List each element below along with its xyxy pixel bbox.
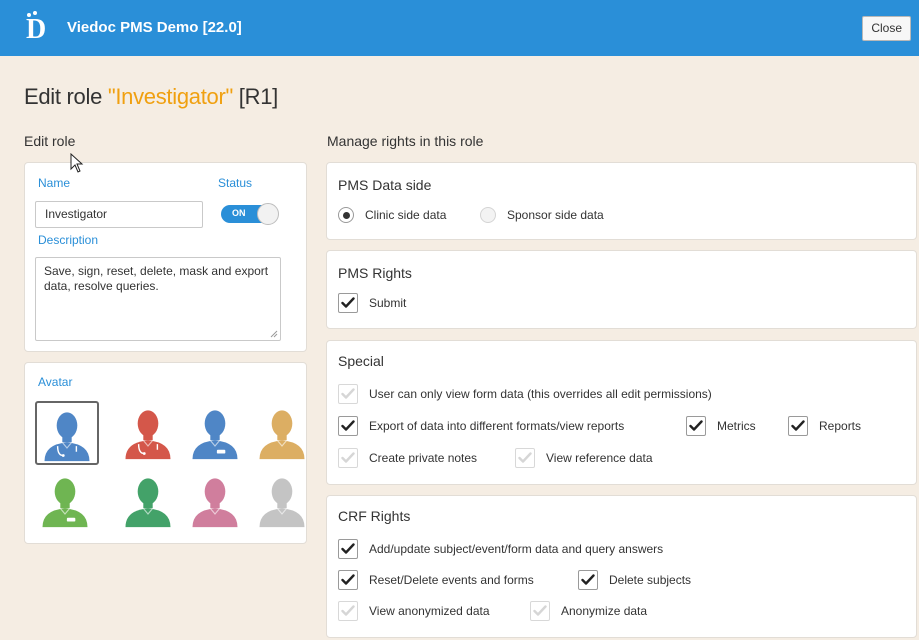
resize-grip-icon[interactable] xyxy=(270,330,278,338)
person-avatar-icon[interactable] xyxy=(185,469,249,533)
doctor-avatar-icon[interactable] xyxy=(35,401,99,465)
checkbox-export-data[interactable]: Export of data into different formats/vi… xyxy=(338,416,624,436)
radio-sponsor-side[interactable]: Sponsor side data xyxy=(480,207,604,223)
mouse-cursor-icon xyxy=(70,153,84,173)
checkbox-checked-icon xyxy=(686,416,706,436)
pms-data-side-card: PMS Data side Clinic side data Sponsor s… xyxy=(326,162,917,240)
checkbox-metrics[interactable]: Metrics xyxy=(686,416,756,436)
checkbox-delete-subjects[interactable]: Delete subjects xyxy=(578,570,691,590)
checkbox-label: View reference data xyxy=(546,451,653,465)
checkbox-label: Submit xyxy=(369,296,407,310)
description-label: Description xyxy=(38,233,99,247)
radio-unselected-icon xyxy=(480,207,496,223)
doctor-avatar-icon[interactable] xyxy=(118,401,182,465)
checkbox-unchecked-icon xyxy=(515,448,535,468)
manage-rights-heading: Manage rights in this role xyxy=(327,133,484,149)
checkbox-checked-icon xyxy=(578,570,598,590)
checkbox-checked-icon xyxy=(338,539,358,559)
status-toggle[interactable]: ON xyxy=(221,203,279,225)
checkbox-submit[interactable]: Submit xyxy=(338,293,406,313)
special-title: Special xyxy=(338,353,384,369)
checkbox-private-notes[interactable]: Create private notes xyxy=(338,448,477,468)
page-title: Edit role "Investigator" [R1] xyxy=(24,84,278,110)
special-card: Special User can only view form data (th… xyxy=(326,340,917,485)
page-title-prefix: Edit role xyxy=(24,84,108,109)
role-details-card: Name Status Investigator ON Description … xyxy=(24,162,307,352)
description-text: Save, sign, reset, delete, mask and expo… xyxy=(44,264,269,293)
checkbox-label: Reset/Delete events and forms xyxy=(369,573,534,587)
pms-rights-title: PMS Rights xyxy=(338,265,412,281)
pms-rights-card: PMS Rights Submit xyxy=(326,250,917,329)
checkbox-unchecked-icon xyxy=(338,384,358,404)
checkbox-label: Anonymize data xyxy=(561,604,648,618)
checkbox-checked-icon xyxy=(338,293,358,313)
checkbox-unchecked-icon xyxy=(338,601,358,621)
avatar-label: Avatar xyxy=(38,375,73,389)
crf-rights-card: CRF Rights Add/update subject/event/form… xyxy=(326,495,917,638)
checkbox-label: Add/update subject/event/form data and q… xyxy=(369,542,664,556)
checkbox-label: Reports xyxy=(819,419,862,433)
app-title: Viedoc PMS Demo [22.0] xyxy=(67,19,242,36)
crf-rights-title: CRF Rights xyxy=(338,508,411,524)
checkbox-label: User can only view form data (this overr… xyxy=(369,387,712,401)
toggle-knob xyxy=(257,203,279,225)
name-label: Name xyxy=(38,176,71,190)
radio-clinic-side[interactable]: Clinic side data xyxy=(338,207,446,223)
checkbox-checked-icon xyxy=(788,416,808,436)
checkbox-checked-icon xyxy=(338,570,358,590)
edit-role-heading: Edit role xyxy=(24,133,76,149)
checkbox-add-update-data[interactable]: Add/update subject/event/form data and q… xyxy=(338,539,663,559)
checkbox-label: Create private notes xyxy=(369,451,478,465)
title-bar: D Viedoc PMS Demo [22.0] Close xyxy=(0,0,919,56)
checkbox-view-anonymized[interactable]: View anonymized data xyxy=(338,601,490,621)
checkbox-label: Export of data into different formats/vi… xyxy=(369,419,625,433)
checkbox-reports[interactable]: Reports xyxy=(788,416,861,436)
checkbox-label: Delete subjects xyxy=(609,573,692,587)
checkbox-unchecked-icon xyxy=(530,601,550,621)
page-title-suffix: [R1] xyxy=(232,84,278,109)
status-toggle-label: ON xyxy=(232,208,246,218)
pms-data-side-title: PMS Data side xyxy=(338,177,432,193)
checkbox-label: View anonymized data xyxy=(369,604,490,618)
avatar-card: Avatar xyxy=(24,362,307,544)
nurse-avatar-icon[interactable] xyxy=(185,401,249,465)
page-title-role: "Investigator" xyxy=(107,84,233,109)
status-label: Status xyxy=(218,176,253,190)
checkbox-label: Metrics xyxy=(717,419,756,433)
description-textarea[interactable]: Save, sign, reset, delete, mask and expo… xyxy=(35,257,281,341)
checkbox-view-only-form-data[interactable]: User can only view form data (this overr… xyxy=(338,384,712,404)
radio-label: Sponsor side data xyxy=(507,208,604,222)
person-avatar-icon[interactable] xyxy=(252,401,316,465)
viedoc-logo-icon: D xyxy=(24,11,54,45)
checkbox-unchecked-icon xyxy=(338,448,358,468)
radio-label: Clinic side data xyxy=(365,208,447,222)
name-input[interactable]: Investigator xyxy=(35,201,203,228)
checkbox-view-reference-data[interactable]: View reference data xyxy=(515,448,653,468)
person-avatar-icon[interactable] xyxy=(118,469,182,533)
person-avatar-icon[interactable] xyxy=(252,469,316,533)
checkbox-checked-icon xyxy=(338,416,358,436)
checkbox-anonymize-data[interactable]: Anonymize data xyxy=(530,601,647,621)
checkbox-reset-delete-events[interactable]: Reset/Delete events and forms xyxy=(338,570,534,590)
nurse-avatar-icon[interactable] xyxy=(35,469,99,533)
close-button[interactable]: Close xyxy=(862,16,911,41)
radio-selected-icon xyxy=(338,207,354,223)
